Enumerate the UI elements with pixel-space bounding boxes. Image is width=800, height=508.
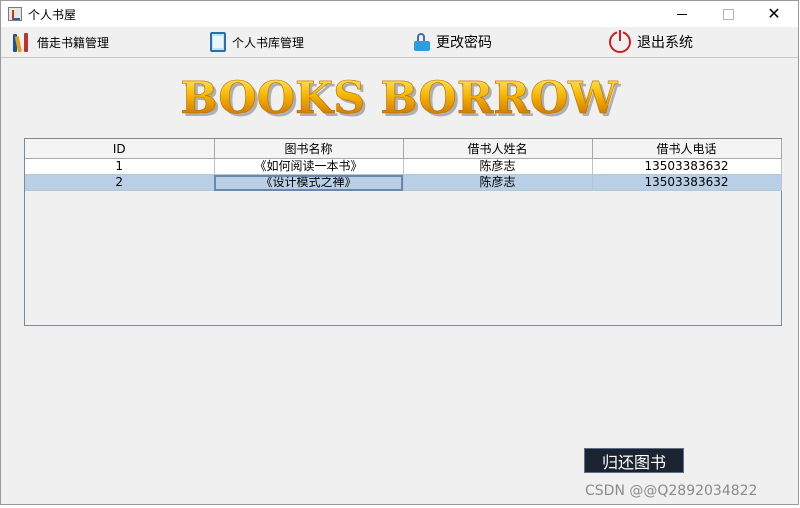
- menu-borrowed-books[interactable]: 借走书籍管理: [13, 27, 109, 57]
- library-icon: [210, 32, 226, 52]
- maximize-button[interactable]: [705, 1, 751, 27]
- minimize-button[interactable]: [659, 1, 705, 27]
- books-borrow-banner: BOOKS BORROW BOOKS BORROW: [129, 67, 669, 127]
- cell-borrower-phone[interactable]: 13503383632: [592, 174, 782, 191]
- window-title: 个人书屋: [28, 8, 77, 22]
- title-bar[interactable]: 个人书屋 ✕: [1, 1, 798, 27]
- java-app-icon: [8, 7, 22, 21]
- borrow-table-grid: ID 图书名称 借书人姓名 借书人电话 1 《如何阅读一本书》 陈彦志 1350…: [25, 139, 782, 191]
- cell-borrower-phone[interactable]: 13503383632: [592, 158, 782, 175]
- menu-bar: 借走书籍管理 个人书库管理 更改密码 退出系统: [1, 27, 798, 58]
- banner-graphic: BOOKS BORROW BOOKS BORROW: [180, 73, 621, 127]
- borrow-table[interactable]: ID 图书名称 借书人姓名 借书人电话 1 《如何阅读一本书》 陈彦志 1350…: [24, 138, 782, 326]
- menu-exit-system-label: 退出系统: [637, 35, 693, 51]
- cell-id[interactable]: 2: [25, 174, 215, 191]
- column-header-id[interactable]: ID: [25, 139, 215, 159]
- minimize-icon: [677, 13, 687, 15]
- cell-borrower-name[interactable]: 陈彦志: [403, 158, 593, 175]
- column-header-book-title[interactable]: 图书名称: [214, 139, 404, 159]
- close-icon: ✕: [767, 4, 781, 23]
- cell-book-title[interactable]: 《如何阅读一本书》: [214, 158, 404, 175]
- table-row-selected[interactable]: 2 《设计模式之禅》 陈彦志 13503383632: [25, 174, 782, 191]
- power-icon: [609, 30, 631, 53]
- app-window: 个人书屋 ✕ 借走书籍管理 个人书库管理 更改密码 退出系统 BOOKS BOR…: [0, 0, 799, 505]
- menu-personal-library-label: 个人书库管理: [232, 35, 305, 50]
- maximize-icon: [722, 8, 734, 20]
- menu-change-password[interactable]: 更改密码: [414, 27, 492, 57]
- banner-text: BOOKS BORROW: [180, 73, 618, 124]
- cell-book-title-focused[interactable]: 《设计模式之禅》: [214, 174, 404, 191]
- close-button[interactable]: ✕: [751, 1, 797, 27]
- menu-change-password-label: 更改密码: [436, 35, 492, 51]
- menu-borrowed-books-label: 借走书籍管理: [37, 35, 110, 50]
- table-row[interactable]: 1 《如何阅读一本书》 陈彦志 13503383632: [25, 158, 782, 175]
- column-header-borrower-phone[interactable]: 借书人电话: [592, 139, 782, 159]
- cell-borrower-name[interactable]: 陈彦志: [403, 174, 593, 191]
- return-book-button[interactable]: 归还图书: [584, 448, 684, 473]
- table-header-row: ID 图书名称 借书人姓名 借书人电话: [25, 139, 782, 159]
- cell-id[interactable]: 1: [25, 158, 215, 175]
- column-header-borrower-name[interactable]: 借书人姓名: [403, 139, 593, 159]
- books-icon: [13, 32, 31, 53]
- lock-icon: [414, 33, 430, 51]
- csdn-watermark: CSDN @@Q2892034822: [585, 483, 758, 499]
- menu-personal-library[interactable]: 个人书库管理: [210, 27, 304, 57]
- menu-exit-system[interactable]: 退出系统: [609, 27, 693, 57]
